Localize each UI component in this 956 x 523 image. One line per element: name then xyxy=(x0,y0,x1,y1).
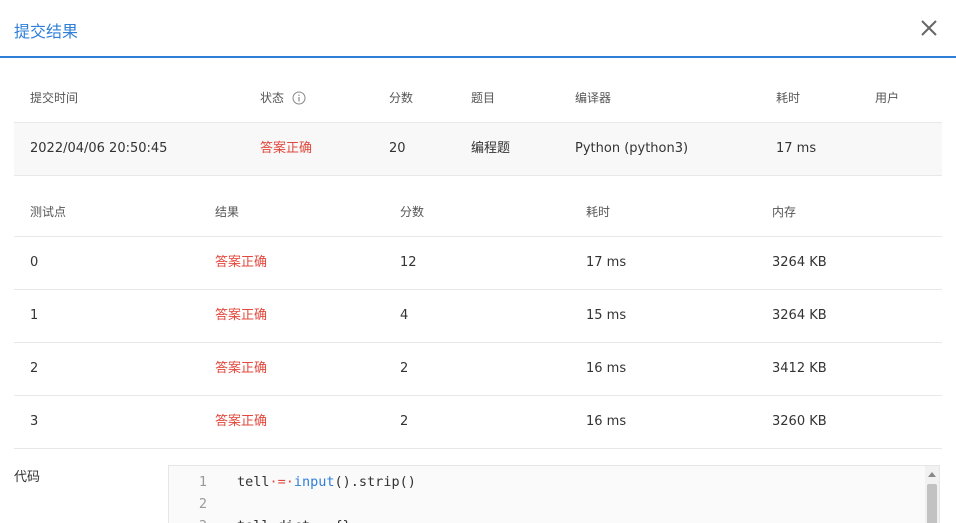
total-score: 20 xyxy=(389,141,406,156)
header-time: 耗时 xyxy=(776,91,801,105)
header-memory: 内存 xyxy=(772,205,797,219)
scroll-up-arrow-icon[interactable] xyxy=(928,472,936,477)
header-user: 用户 xyxy=(875,91,900,105)
header-submit-time: 提交时间 xyxy=(30,91,79,105)
time-used: 17 ms xyxy=(776,141,817,156)
header-problem: 题目 xyxy=(471,91,496,105)
test-score: 2 xyxy=(400,414,409,429)
test-result: 答案正确 xyxy=(215,308,268,323)
info-icon[interactable] xyxy=(292,75,306,127)
summary-table: 提交时间 状态 分数 题目 编译器 耗时 用户 2022/04/06 20:50… xyxy=(14,72,942,176)
header-score: 分数 xyxy=(389,91,414,105)
dialog-header: 提交结果 xyxy=(0,0,956,58)
dialog-title: 提交结果 xyxy=(14,22,79,41)
header-test-time: 耗时 xyxy=(586,205,611,219)
test-time: 17 ms xyxy=(586,255,627,270)
test-case: 2 xyxy=(30,361,39,376)
scrollbar-thumb[interactable] xyxy=(927,484,937,523)
header-compiler: 编译器 xyxy=(575,91,612,105)
test-case: 1 xyxy=(30,308,39,323)
code-editor[interactable]: 1 tell·=·input().strip() 2 3 tell_dict·=… xyxy=(168,465,940,523)
header-case: 测试点 xyxy=(30,205,67,219)
submit-time: 2022/04/06 20:50:45 xyxy=(30,141,168,156)
summary-row: 2022/04/06 20:50:45 答案正确 20 编程题 Python (… xyxy=(14,123,942,176)
code-line: 3 tell_dict·=·{} xyxy=(169,515,929,523)
header-result: 结果 xyxy=(215,205,240,219)
test-memory: 3412 KB xyxy=(772,361,827,376)
table-row: 0 答案正确 12 17 ms 3264 KB xyxy=(14,237,942,290)
code-text[interactable]: tell_dict·=·{} xyxy=(237,515,351,523)
header-status-label: 状态 xyxy=(260,91,285,105)
test-score: 4 xyxy=(400,308,409,323)
test-score: 2 xyxy=(400,361,409,376)
test-time: 15 ms xyxy=(586,308,627,323)
header-status: 状态 xyxy=(260,72,306,127)
close-icon[interactable] xyxy=(918,17,940,39)
line-number: 1 xyxy=(198,474,207,490)
code-label: 代码 xyxy=(14,470,41,485)
tests-header-row: 测试点 结果 分数 耗时 内存 xyxy=(14,186,942,237)
header-test-score: 分数 xyxy=(400,205,425,219)
test-result: 答案正确 xyxy=(215,361,268,376)
test-cases-table: 测试点 结果 分数 耗时 内存 0 答案正确 12 17 ms 3264 KB … xyxy=(14,186,942,449)
test-time: 16 ms xyxy=(586,361,627,376)
test-memory: 3264 KB xyxy=(772,255,827,270)
problem-name[interactable]: 编程题 xyxy=(471,123,510,175)
test-time: 16 ms xyxy=(586,414,627,429)
test-memory: 3260 KB xyxy=(772,414,827,429)
code-text[interactable]: tell·=·input().strip() xyxy=(237,471,416,493)
table-row: 2 答案正确 2 16 ms 3412 KB xyxy=(14,343,942,396)
line-number: 3 xyxy=(169,515,207,523)
summary-header-row: 提交时间 状态 分数 题目 编译器 耗时 用户 xyxy=(14,72,942,123)
test-result: 答案正确 xyxy=(215,255,268,270)
table-row: 3 答案正确 2 16 ms 3260 KB xyxy=(14,396,942,449)
test-result: 答案正确 xyxy=(215,414,268,429)
test-score: 12 xyxy=(400,255,417,270)
test-case: 3 xyxy=(30,414,39,429)
test-case: 0 xyxy=(30,255,39,270)
test-memory: 3264 KB xyxy=(772,308,827,323)
table-row: 1 答案正确 4 15 ms 3264 KB xyxy=(14,290,942,343)
code-line: 2 xyxy=(169,493,929,515)
code-scrollbar[interactable] xyxy=(925,466,939,523)
line-number: 2 xyxy=(198,496,207,512)
code-line: 1 tell·=·input().strip() xyxy=(169,471,929,493)
status-result: 答案正确 xyxy=(260,141,313,156)
compiler-name: Python (python3) xyxy=(575,141,689,156)
